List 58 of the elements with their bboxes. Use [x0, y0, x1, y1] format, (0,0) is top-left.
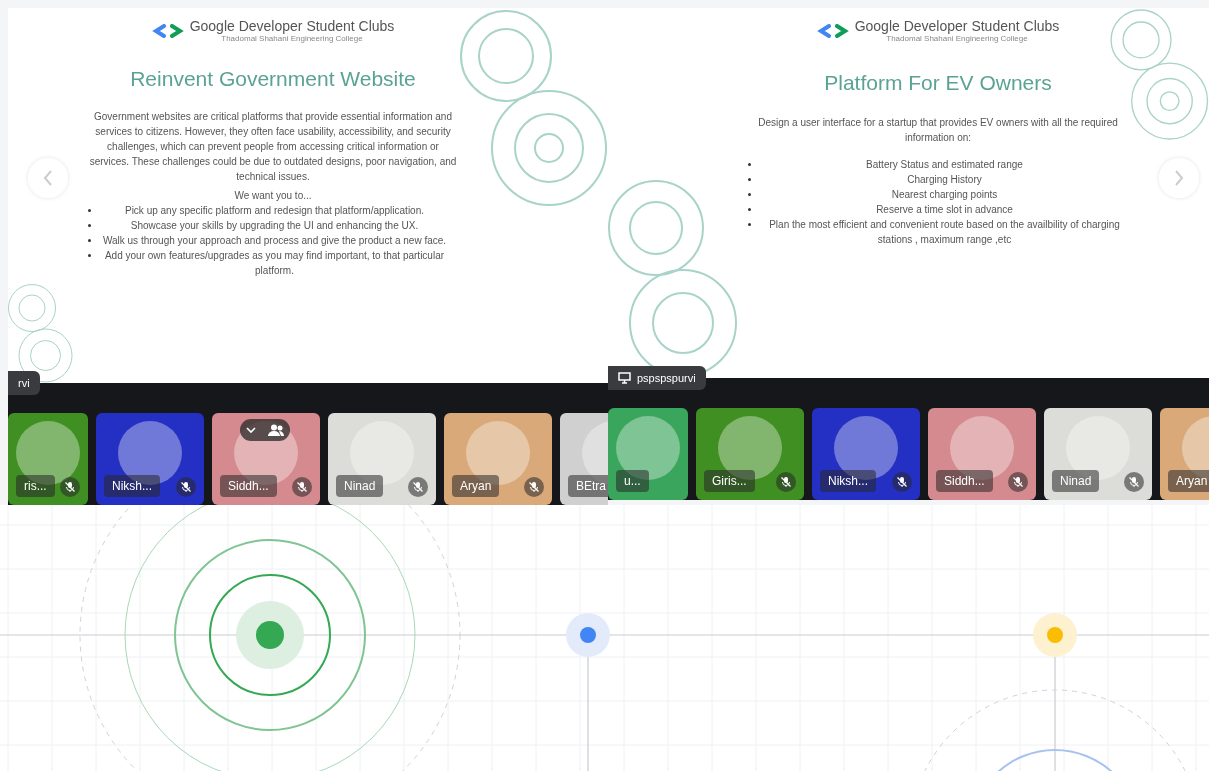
code-brackets-logo-icon	[816, 23, 849, 38]
participant-tile[interactable]: Giris...	[696, 408, 804, 500]
chevron-left-icon	[42, 169, 54, 187]
bullet-dot-icon	[88, 239, 91, 242]
participant-name: Siddh...	[220, 475, 277, 497]
college-name: Thadomal Shahani Engineering College	[220, 34, 364, 43]
organization-name: Google Developer Student Clubs	[189, 18, 395, 34]
participant-tile[interactable]: Ninad	[1044, 408, 1152, 500]
chevron-right-icon	[1173, 169, 1185, 187]
bullet-text: Battery Status and estimated range	[865, 158, 1024, 172]
participant-tile[interactable]: Aryan	[1160, 408, 1209, 500]
presenter-name: pspspspurvi	[637, 372, 696, 384]
organization-name: Google Developer Student Clubs	[854, 18, 1060, 34]
slide-intro: We want you to...	[234, 190, 312, 201]
participant-name: Aryan	[1168, 470, 1209, 492]
participant-tile[interactable]: ris...	[8, 413, 88, 505]
bullet-text: Pick up any specific platform and redesign that platform/application.	[123, 204, 426, 218]
bullet-dot-icon	[748, 223, 751, 226]
bullet-dot-icon	[748, 193, 751, 196]
bullet-dot-icon	[748, 163, 751, 166]
participant-tile[interactable]: Siddh...	[928, 408, 1036, 500]
participant-name: Giris...	[704, 470, 755, 492]
bullet-text: Walk us through your approach and process and give the product a new face.	[101, 234, 448, 248]
bullet-text: Nearest charging points	[890, 188, 999, 202]
chevron-down-icon[interactable]	[246, 426, 256, 434]
bullet-dot-icon	[748, 208, 751, 211]
slide-paragraph: Government websites are critical platforms that provide essential information and services to citizens. However, they often face usability, accessibility, and security challenges, which can prevent people from accessing critical information or services. These challenges could be due to outdated designs, poor navigation, and technical issues.	[88, 110, 458, 184]
bullet-text: Plan the most efficient and convenient route based on the availbility of charging stations , maximum range ,etc	[768, 218, 1121, 247]
participant-tile[interactable]: BEtra	[560, 413, 608, 505]
participant-tile[interactable]: u...	[608, 408, 688, 500]
participant-name: Ninad	[1052, 470, 1100, 492]
participant-name: ris...	[16, 475, 55, 497]
slide-title: Platform For EV Owners	[824, 71, 1052, 95]
participant-name: Niksh...	[820, 470, 876, 492]
bullet-dot-icon	[748, 178, 751, 181]
slide-title: Reinvent Government Website	[130, 67, 416, 91]
participant-tile[interactable]: Siddh...	[212, 413, 320, 505]
bullet-dot-icon	[88, 209, 91, 212]
bullet-text: Showcase your skills by upgrading the UI and enhancing the UX.	[129, 219, 420, 233]
bullet-text: Charging History	[906, 173, 983, 187]
participant-tile[interactable]: Niksh...	[812, 408, 920, 500]
participant-name: u...	[616, 470, 649, 492]
college-name: Thadomal Shahani Engineering College	[885, 34, 1029, 43]
participant-name: Aryan	[452, 475, 500, 497]
people-icon[interactable]	[268, 424, 284, 436]
presenter-name: rvi	[18, 377, 30, 389]
participant-tile[interactable]: Niksh...	[96, 413, 204, 505]
bullet-dot-icon	[88, 224, 91, 227]
participant-name: Niksh...	[104, 475, 160, 497]
slide-paragraph: Design a user interface for a startup that provides EV owners with all the required information on:	[757, 116, 1119, 145]
bullet-text: Reserve a time slot in advance	[875, 203, 1014, 217]
participant-tile[interactable]: Aryan	[444, 413, 552, 505]
bullet-text: Add your own features/upgrades as you may find important, to that particular platform.	[103, 249, 446, 278]
participant-name: Siddh...	[936, 470, 993, 492]
participant-tile[interactable]: Ninad	[328, 413, 436, 505]
bullet-dot-icon	[88, 254, 91, 257]
code-brackets-logo-icon	[151, 23, 184, 38]
participant-name: Ninad	[336, 475, 384, 497]
